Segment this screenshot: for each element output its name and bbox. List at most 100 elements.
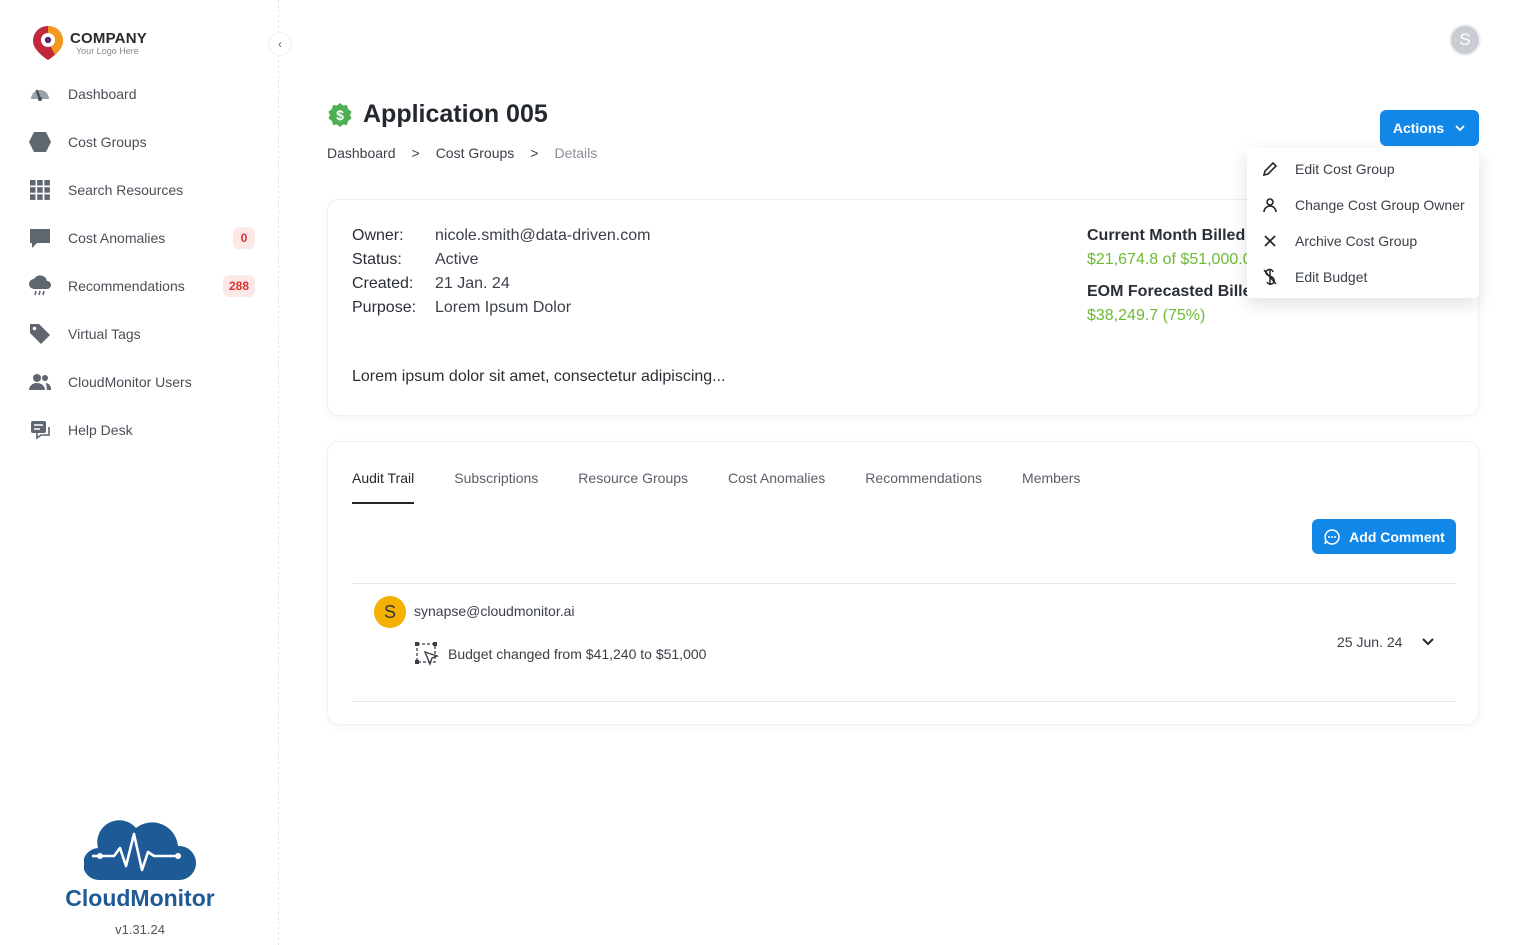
sidebar-item-cloudmonitor-users[interactable]: CloudMonitor Users [26,358,262,406]
tab-audit-trail[interactable]: Audit Trail [352,470,415,504]
sidebar-item-label: Dashboard [68,86,137,102]
menu-item-edit-cost-group[interactable]: Edit Cost Group [1247,151,1479,187]
sidebar-nav: Dashboard Cost Groups Search Resources C… [26,70,262,454]
close-icon [1261,232,1279,250]
audit-entry-date: 25 Jun. 24 [1337,634,1403,650]
commenter-avatar: S [374,596,406,628]
breadcrumb: Dashboard > Cost Groups > Details [327,145,613,161]
expand-entry-button[interactable] [1420,634,1436,650]
menu-item-label: Edit Cost Group [1295,161,1395,177]
menu-item-archive-cost-group[interactable]: Archive Cost Group [1247,223,1479,259]
sidebar-item-dashboard[interactable]: Dashboard [26,70,262,118]
sidebar-item-recommendations[interactable]: Recommendations 288 [26,262,262,310]
hexagon-icon [26,128,54,156]
created-label: Created: [352,275,414,292]
cloud-rain-icon [26,272,54,300]
divider [352,583,1456,584]
breadcrumb-current: Details [554,145,598,161]
cost-group-description: Lorem ipsum dolor sit amet, consectetur … [352,368,726,385]
grid-icon [26,176,54,204]
actions-button-label: Actions [1392,120,1445,136]
help-desk-icon [26,416,54,444]
cost-anomalies-count-badge: 0 [233,227,255,249]
chevron-down-icon [1422,638,1434,646]
current-month-billed-label: Current Month Billed [1087,227,1246,244]
tab-resource-groups[interactable]: Resource Groups [578,470,688,504]
actions-menu: Edit Cost Group Change Cost Group Owner … [1247,148,1479,298]
commenter-email: synapse@cloudmonitor.ai [414,603,575,619]
tab-recommendations[interactable]: Recommendations [865,470,982,504]
sidebar: COMPANY Your Logo Here Dashboard Cost Gr… [0,0,279,945]
sidebar-item-help-desk[interactable]: Help Desk [26,406,262,454]
dashboard-gauge-icon [26,80,54,108]
sidebar-item-label: Cost Groups [68,134,147,150]
comment-icon [1323,528,1341,546]
chevron-down-icon [1455,125,1465,132]
svg-text:$: $ [336,107,344,123]
breadcrumb-dashboard-link[interactable]: Dashboard [327,145,396,161]
sidebar-item-label: Cost Anomalies [68,230,166,246]
cloud-heartbeat-logo-icon [82,820,197,881]
add-comment-button[interactable]: Add Comment [1312,519,1456,554]
page-title: Application 005 [363,100,548,128]
sidebar-item-label: Search Resources [68,182,184,198]
purpose-value: Lorem Ipsum Dolor [435,299,572,316]
menu-item-label: Edit Budget [1295,269,1368,285]
sidebar-item-label: CloudMonitor Users [68,374,192,390]
tag-icon [26,320,54,348]
tab-members[interactable]: Members [1022,470,1080,504]
product-name: CloudMonitor [65,885,215,911]
sidebar-item-label: Virtual Tags [68,326,141,342]
users-icon [26,368,54,396]
recommendations-count-badge: 288 [222,275,255,297]
company-name: COMPANY [70,30,147,47]
sidebar-item-virtual-tags[interactable]: Virtual Tags [26,310,262,358]
owner-label: Owner: [352,227,404,244]
actions-dropdown-button[interactable]: Actions [1380,110,1479,146]
audit-entry-message: Budget changed from $41,240 to $51,000 [448,646,707,662]
cloudmonitor-logo: CloudMonitor v1.31.24 [50,812,230,937]
person-icon [1261,196,1279,214]
map-pin-logo-icon [33,26,63,60]
menu-item-change-owner[interactable]: Change Cost Group Owner [1247,187,1479,223]
billing-summary: Current Month Billed $21,674.8 of $51,00… [1087,224,1257,328]
dollar-badge-icon: $ [328,102,352,127]
sidebar-collapse-button[interactable]: ‹ [268,32,292,56]
status-label: Status: [352,251,402,268]
current-month-billed-value: $21,674.8 of $51,000.0 [1087,251,1252,268]
purpose-label: Purpose: [352,299,417,316]
details-info: Owner: nicole.smith@data-driven.com Statu… [352,224,650,320]
audit-entry-text: Budget changed from $41,240 to $51,000 [414,641,706,667]
sidebar-item-label: Recommendations [68,278,185,294]
company-tagline: Your Logo Here [76,46,139,56]
app-version: v1.31.24 [115,922,165,937]
created-value: 21 Jan. 24 [435,275,510,292]
page-header: $ Application 005 [327,100,548,129]
sidebar-item-cost-groups[interactable]: Cost Groups [26,118,262,166]
audit-card: Audit Trail Subscriptions Resource Group… [327,441,1479,725]
menu-item-label: Archive Cost Group [1295,233,1418,249]
breadcrumb-separator: > [411,145,420,161]
budget-change-icon [414,641,440,667]
breadcrumb-separator: > [530,145,539,161]
add-comment-label: Add Comment [1349,528,1445,545]
pencil-icon [1261,160,1279,178]
menu-item-label: Change Cost Group Owner [1295,197,1465,213]
tab-subscriptions[interactable]: Subscriptions [454,470,538,504]
sidebar-item-label: Help Desk [68,422,133,438]
user-avatar[interactable]: S [1449,24,1481,56]
breadcrumb-cost-groups-link[interactable]: Cost Groups [436,145,515,161]
tab-cost-anomalies[interactable]: Cost Anomalies [728,470,825,504]
eom-forecast-value: $38,249.7 (75%) [1087,307,1206,324]
eom-forecast-label: EOM Forecasted Billed [1087,283,1257,300]
status-value: Active [435,251,479,268]
menu-item-edit-budget[interactable]: Edit Budget [1247,259,1479,295]
dollar-off-icon [1261,268,1279,286]
chevron-left-icon: ‹ [278,37,282,51]
tab-bar: Audit Trail Subscriptions Resource Group… [352,470,1120,504]
owner-value: nicole.smith@data-driven.com [435,227,651,244]
company-logo[interactable]: COMPANY Your Logo Here [30,24,147,62]
sidebar-item-search-resources[interactable]: Search Resources [26,166,262,214]
chat-bubble-icon [26,224,54,252]
sidebar-item-cost-anomalies[interactable]: Cost Anomalies 0 [26,214,262,262]
